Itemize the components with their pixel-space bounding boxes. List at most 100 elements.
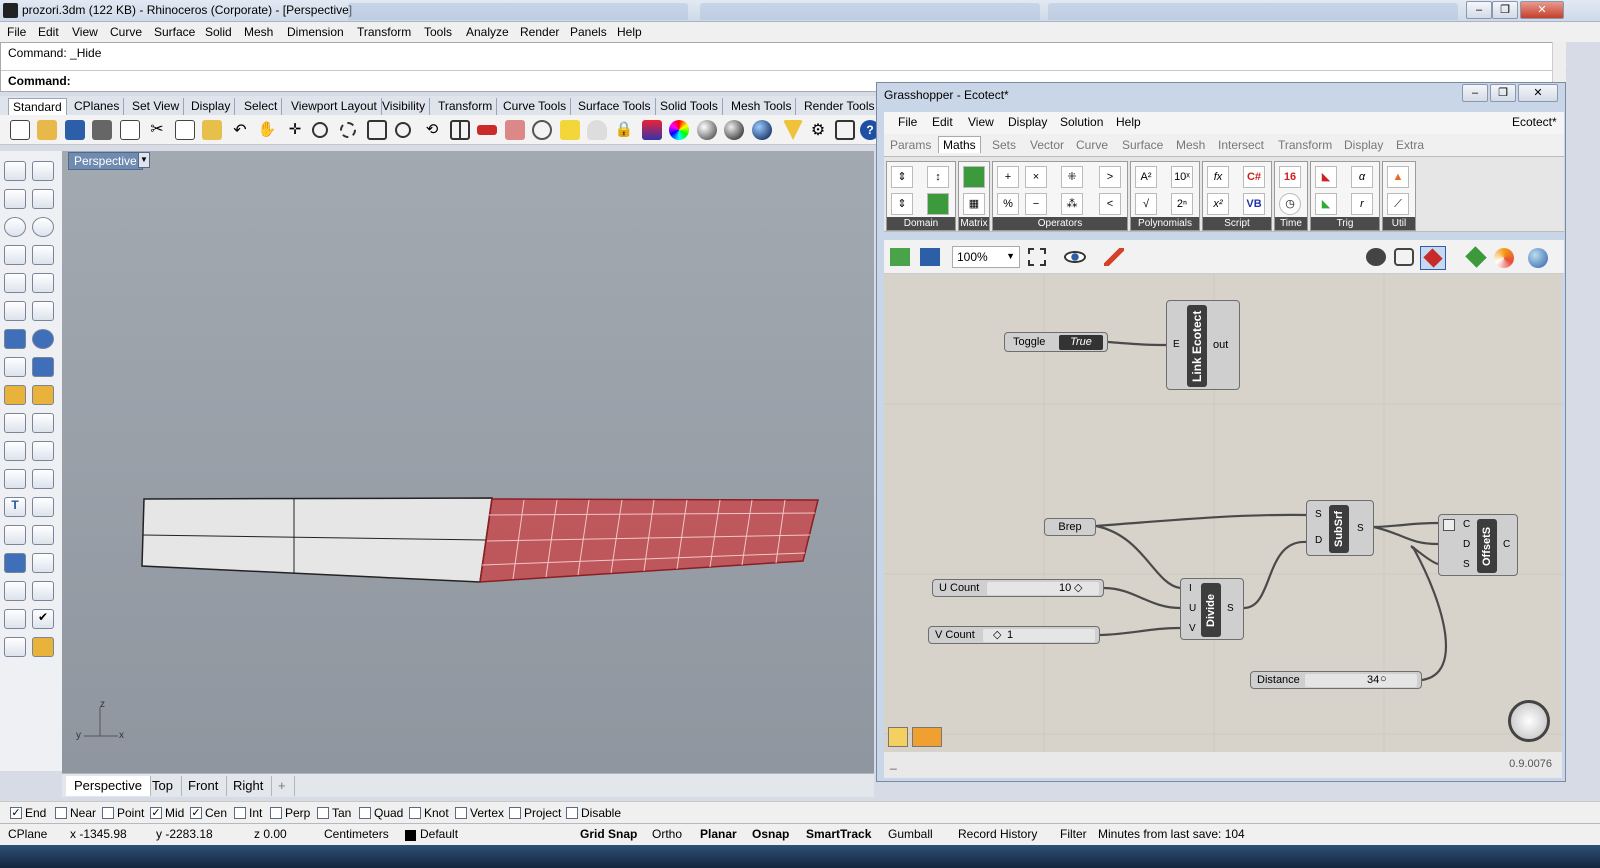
matrix-grid-icon[interactable]: ▦ — [963, 193, 985, 215]
gh-canvas-left-icon[interactable] — [888, 727, 908, 747]
gh-tab-surface[interactable]: Surface — [1122, 138, 1163, 152]
menu-file[interactable]: File — [7, 25, 26, 39]
text-icon[interactable]: T — [4, 497, 26, 517]
gh-document-name[interactable]: Ecotect* — [1512, 115, 1557, 129]
subtraction-icon[interactable]: − — [1025, 193, 1047, 215]
gh-tab-maths[interactable]: Maths — [938, 136, 981, 153]
mesh-icon[interactable] — [4, 357, 26, 377]
tab-transform[interactable]: Transform — [434, 98, 498, 115]
open-file-icon[interactable] — [37, 120, 57, 140]
extrude-icon[interactable] — [32, 385, 54, 405]
osnap-project[interactable]: Project — [509, 806, 561, 820]
new-file-icon[interactable] — [10, 120, 30, 140]
gh-tab-curve[interactable]: Curve — [1076, 138, 1108, 152]
menu-analyze[interactable]: Analyze — [466, 25, 509, 39]
show-icon[interactable] — [532, 120, 552, 140]
menu-transform[interactable]: Transform — [357, 25, 411, 39]
arc-icon[interactable] — [4, 245, 26, 265]
preview-wire-icon[interactable] — [1394, 248, 1414, 266]
osnap-near[interactable]: Near — [55, 806, 96, 820]
command-prompt[interactable]: Command: — [8, 74, 71, 88]
osnap-knot[interactable]: Knot — [409, 806, 449, 820]
rectangle-icon[interactable] — [32, 245, 54, 265]
zoom-window-icon[interactable] — [340, 122, 356, 138]
gh-menu-solution[interactable]: Solution — [1060, 115, 1103, 129]
distance-handle-icon[interactable]: ○ — [1380, 673, 1387, 685]
tab-viewport-layout[interactable]: Viewport Layout — [287, 98, 382, 115]
export-icon[interactable] — [120, 120, 140, 140]
bounds-icon[interactable]: ↕ — [927, 166, 949, 188]
wall-surface-gray[interactable] — [141, 497, 493, 583]
alpha-icon[interactable]: α — [1351, 166, 1373, 188]
osnap-mid-checkbox[interactable]: ✓ — [150, 807, 162, 819]
gh-tab-intersect[interactable]: Intersect — [1218, 138, 1264, 152]
divide-domain-icon[interactable] — [927, 193, 949, 215]
box-icon[interactable] — [4, 329, 26, 349]
menu-help[interactable]: Help — [617, 25, 642, 39]
light-icon[interactable] — [32, 637, 54, 657]
boolean-icon[interactable] — [32, 329, 54, 349]
transform-icon[interactable] — [4, 385, 26, 405]
osnap-tan-checkbox[interactable] — [317, 807, 329, 819]
interpolate-icon[interactable]: ⟋ — [1387, 193, 1409, 215]
osnap-int-checkbox[interactable] — [234, 807, 246, 819]
gh-maximize-button[interactable]: ❐ — [1490, 84, 1516, 102]
open-folder-icon[interactable] — [890, 248, 910, 266]
tab-curve-tools[interactable]: Curve Tools — [499, 98, 572, 115]
grid-snap-toggle[interactable]: Grid Snap — [576, 827, 641, 841]
mass-addition-icon[interactable]: ⁜ — [1061, 166, 1083, 188]
align-icon[interactable] — [32, 581, 54, 601]
divide-node[interactable]: I U V Divide S — [1180, 578, 1244, 640]
curve-icon[interactable] — [32, 189, 54, 209]
split-icon[interactable] — [32, 413, 54, 433]
rendered-sphere-icon[interactable] — [724, 120, 744, 140]
gh-canvas[interactable]: Toggle True E Link Ecotect out Brep S D … — [884, 274, 1562, 752]
surface-icon[interactable] — [4, 301, 26, 321]
tab-standard[interactable]: Standard — [8, 98, 67, 115]
gh-menu-help[interactable]: Help — [1116, 115, 1141, 129]
r-icon[interactable]: r — [1351, 193, 1373, 215]
u-count-handle-icon[interactable]: ◇ — [1074, 581, 1082, 594]
preview-shaded-icon[interactable] — [1366, 248, 1386, 266]
clock-icon[interactable]: ◷ — [1279, 193, 1301, 215]
analyze-icon[interactable] — [4, 609, 26, 629]
menu-mesh[interactable]: Mesh — [244, 25, 273, 39]
menu-dimension[interactable]: Dimension — [287, 25, 344, 39]
grid-icon[interactable] — [32, 553, 54, 573]
distance-track[interactable] — [1305, 674, 1417, 687]
gh-tab-vector[interactable]: Vector — [1030, 138, 1064, 152]
remap-icon[interactable]: ⇕ — [891, 193, 913, 215]
osnap-end[interactable]: ✓ End — [10, 806, 46, 820]
toggle-value[interactable]: True — [1059, 335, 1103, 350]
osnap-quad[interactable]: Quad — [359, 806, 403, 820]
gh-canvas-up-icon[interactable] — [912, 727, 942, 747]
v-count-slider[interactable]: V Count ◇ 1 — [928, 626, 1100, 644]
join-icon[interactable] — [32, 469, 54, 489]
tab-solid-tools[interactable]: Solid Tools — [656, 98, 723, 115]
osnap-vertex-checkbox[interactable] — [455, 807, 467, 819]
point-icon[interactable] — [32, 161, 54, 181]
gh-tab-params[interactable]: Params — [890, 138, 931, 152]
options-icon[interactable] — [835, 120, 855, 140]
gh-menu-view[interactable]: View — [968, 115, 994, 129]
v-count-handle-icon[interactable]: ◇ — [993, 628, 1001, 641]
points-grid-icon[interactable] — [4, 581, 26, 601]
toggle-node[interactable]: Toggle True — [1004, 332, 1108, 352]
group-icon[interactable] — [4, 441, 26, 461]
u-count-slider[interactable]: U Count 10 ◇ — [932, 579, 1104, 597]
menu-view[interactable]: View — [72, 25, 98, 39]
tab-display[interactable]: Display — [187, 98, 236, 115]
layer-label[interactable]: Default — [416, 827, 462, 841]
lock-icon[interactable]: 🔒 — [614, 120, 634, 140]
gh-menu-edit[interactable]: Edit — [932, 115, 953, 129]
move-view-icon[interactable]: ✛ — [285, 120, 305, 140]
zoom-selected-icon[interactable] — [395, 122, 411, 138]
smarttrack-toggle[interactable]: SmartTrack — [802, 827, 875, 841]
vptab-top[interactable]: Top — [144, 776, 182, 796]
pan-hand-icon[interactable]: ✋ — [257, 120, 277, 140]
subsrf-node[interactable]: S D SubSrf S — [1306, 500, 1374, 556]
render-mesh-icon[interactable] — [4, 637, 26, 657]
select-arrow-icon[interactable] — [4, 161, 26, 181]
paste-icon[interactable] — [202, 120, 222, 140]
array-icon[interactable] — [4, 525, 26, 545]
